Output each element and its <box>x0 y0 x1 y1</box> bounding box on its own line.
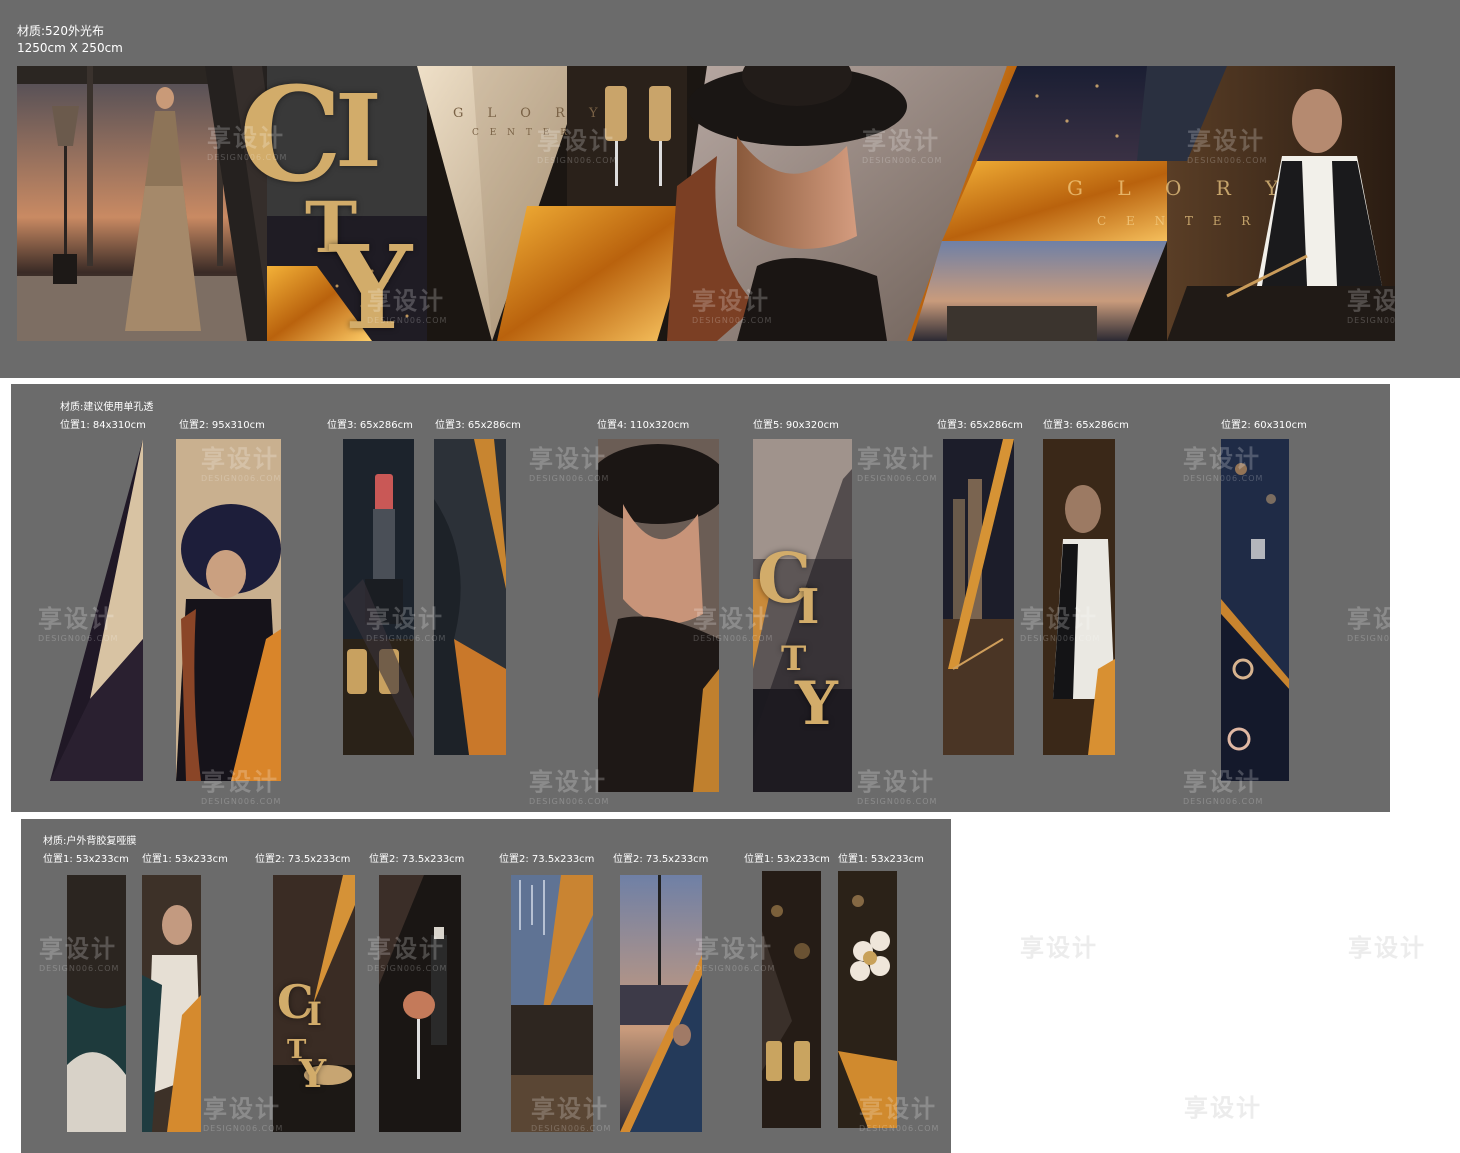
panel-size-label: 位置2: 95x310cm <box>179 420 265 431</box>
panel-artwork <box>943 439 1014 755</box>
watermark: 享设计 <box>1184 1088 1262 1123</box>
watermark-en: DESIGN006.COM <box>203 1124 284 1133</box>
panel-artwork <box>50 439 143 781</box>
panel-city-y: Y <box>795 669 838 739</box>
panel-artwork <box>176 439 281 781</box>
watermark-cn: 享设计 <box>1020 934 1098 962</box>
banner-brand-line1: G L O R Y <box>453 106 608 121</box>
watermark: 享设计DESIGN006.COM <box>203 1089 283 1133</box>
panel-artwork <box>598 439 719 792</box>
panel-artwork <box>67 875 126 1132</box>
banner-material-label: 材质:520外光布 <box>17 24 104 38</box>
wall-panels-section: 材质:户外背胶复哑膜 位置1: 53x233cm 位置1: 53x233cm 位… <box>21 819 951 1153</box>
panel-artwork <box>1043 439 1115 755</box>
panel-size-label: 位置1: 53x233cm <box>142 854 228 865</box>
panel-size-label: 位置5: 90x320cm <box>753 420 839 431</box>
panel-size-label: 位置3: 65x286cm <box>1043 420 1129 431</box>
banner-size-label: 1250cm X 250cm <box>17 41 123 55</box>
window-panels-section: 材质:建议使用单孔透 位置1: 84x310cm 位置2: 95x310cm 位… <box>11 384 1426 812</box>
section2-material-label: 材质:建议使用单孔透 <box>60 402 154 413</box>
panel-artwork <box>142 875 201 1132</box>
banner-city-y: Y <box>330 221 413 341</box>
banner-brand-line2: C E N T E R <box>472 128 571 138</box>
panel-size-label: 位置1: 53x233cm <box>43 854 129 865</box>
watermark-cn: 享设计 <box>1184 1094 1262 1122</box>
banner-brand-right-line1: G L O R Y <box>1067 176 1293 200</box>
banner-artwork: C I T Y G L O R Y C E N T E R G L O R Y … <box>17 66 1395 341</box>
watermark-en: DESIGN006.COM <box>529 797 610 806</box>
watermark-en: DESIGN006.COM <box>857 474 938 483</box>
panel-artwork <box>762 871 821 1128</box>
panel-size-label: 位置3: 65x286cm <box>435 420 521 431</box>
watermark: 享设计DESIGN006.COM <box>1347 599 1427 643</box>
panel-artwork <box>379 875 461 1132</box>
watermark-cn: 享设计 <box>529 768 607 796</box>
watermark: 享设计DESIGN006.COM <box>857 762 937 806</box>
panel-size-label: 位置2: 73.5x233cm <box>255 854 351 865</box>
watermark-en: DESIGN006.COM <box>1183 797 1264 806</box>
panel-size-label: 位置1: 84x310cm <box>60 420 146 431</box>
panel-artwork <box>1221 439 1289 781</box>
panel-size-label: 位置2: 73.5x233cm <box>499 854 595 865</box>
panel-size-label: 位置1: 53x233cm <box>838 854 924 865</box>
watermark-cn: 享设计 <box>1348 934 1426 962</box>
watermark-en: DESIGN006.COM <box>857 797 938 806</box>
panel-size-label: 位置3: 65x286cm <box>937 420 1023 431</box>
panel-artwork <box>620 875 702 1132</box>
panel-size-label: 位置2: 73.5x233cm <box>369 854 465 865</box>
panel-size-label: 位置1: 53x233cm <box>744 854 830 865</box>
panel-size-label: 位置4: 110x320cm <box>597 420 690 431</box>
panel-size-label: 位置2: 60x310cm <box>1221 420 1307 431</box>
panel-artwork <box>343 439 414 755</box>
watermark-cn: 享设计 <box>857 768 935 796</box>
panel-size-label: 位置3: 65x286cm <box>327 420 413 431</box>
panel-artwork <box>434 439 506 755</box>
banner-city-i: I <box>335 72 382 190</box>
watermark: 享设计DESIGN006.COM <box>857 439 937 483</box>
banner-brand-right-line2: C E N T E R <box>1097 214 1259 228</box>
panel-artwork <box>511 875 593 1132</box>
panel-artwork: C I T Y <box>753 439 852 792</box>
watermark: 享设计 <box>1348 928 1426 963</box>
watermark-en: DESIGN006.COM <box>201 797 282 806</box>
panel-city-i: I <box>307 995 322 1033</box>
watermark-cn: 享设计 <box>1347 605 1425 633</box>
panel-artwork <box>838 871 897 1128</box>
banner-panel: 材质:520外光布 1250cm X 250cm C I T Y G L O R… <box>0 0 1460 378</box>
panel-size-label: 位置2: 73.5x233cm <box>613 854 709 865</box>
panel-city-i: I <box>797 579 820 635</box>
panel-artwork: C I T Y <box>273 875 355 1132</box>
watermark-cn: 享设计 <box>857 445 935 473</box>
watermark-cn: 享设计 <box>529 445 607 473</box>
watermark-cn: 享设计 <box>203 1095 281 1123</box>
panel-city-y: Y <box>299 1051 327 1096</box>
banner-collage <box>17 66 1395 341</box>
watermark-en: DESIGN006.COM <box>1347 634 1428 643</box>
section3-material-label: 材质:户外背胶复哑膜 <box>43 836 137 847</box>
watermark: 享设计 <box>1020 928 1098 963</box>
